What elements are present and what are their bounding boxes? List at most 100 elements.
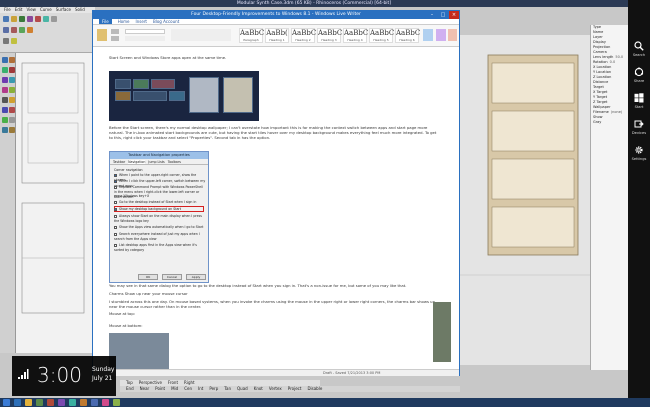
- style-option[interactable]: AaBbC Heading 6: [395, 28, 420, 43]
- ok-button[interactable]: OK: [138, 274, 158, 280]
- app-icon[interactable]: [102, 399, 109, 406]
- dialog-tab-taskbar[interactable]: Taskbar: [113, 160, 125, 164]
- osnap-mid[interactable]: Mid: [171, 386, 178, 391]
- polyline-tool-icon[interactable]: [2, 67, 8, 73]
- new-icon[interactable]: [3, 16, 9, 22]
- rhino-perspective-viewport[interactable]: [458, 35, 590, 365]
- style-option[interactable]: AaBbC Heading 5: [369, 28, 394, 43]
- checkbox-icon[interactable]: [114, 232, 117, 236]
- close-icon[interactable]: ×: [449, 11, 459, 19]
- cut-icon[interactable]: [35, 16, 41, 22]
- charm-settings[interactable]: Settings: [628, 142, 650, 168]
- checkbox-icon[interactable]: [114, 225, 117, 229]
- app-icon[interactable]: [113, 399, 120, 406]
- boolean-tool-icon[interactable]: [9, 107, 15, 113]
- property-row[interactable]: Gray: [591, 120, 628, 125]
- option-desktop-apps-first[interactable]: List desktop apps first in the Apps view…: [114, 243, 206, 252]
- osnap-near[interactable]: Near: [140, 386, 150, 391]
- dialog-tab-navigation[interactable]: Navigation: [128, 160, 146, 164]
- apply-button[interactable]: Apply: [186, 274, 206, 280]
- start-button-icon[interactable]: [3, 399, 10, 406]
- point-tool-icon[interactable]: [2, 57, 8, 63]
- trim-tool-icon[interactable]: [9, 117, 15, 123]
- curve-tool-icon[interactable]: [9, 67, 15, 73]
- menu-edit[interactable]: Edit: [15, 7, 23, 12]
- osnap-knot[interactable]: Knot: [254, 386, 263, 391]
- select-icon[interactable]: [3, 38, 9, 44]
- app-icon[interactable]: [80, 399, 87, 406]
- option-apps-view[interactable]: Show the Apps view automatically when I …: [114, 225, 206, 230]
- paragraph-group[interactable]: [171, 29, 231, 41]
- style-option[interactable]: AaBbC Heading 2: [291, 28, 316, 43]
- checkbox-icon[interactable]: [114, 207, 117, 211]
- checkbox-icon[interactable]: [114, 243, 117, 247]
- charm-share[interactable]: Share: [628, 64, 650, 90]
- menu-surface[interactable]: Surface: [56, 7, 71, 12]
- checkbox-icon[interactable]: [114, 179, 117, 183]
- style-option[interactable]: AaBbC Heading 4: [343, 28, 368, 43]
- tab-insert[interactable]: Insert: [136, 19, 147, 24]
- osnap-disable[interactable]: Disable: [307, 386, 322, 391]
- charm-devices[interactable]: Devices: [628, 116, 650, 142]
- editor-body[interactable]: Start Screen and Windows Store apps open…: [93, 47, 459, 371]
- osnap-perp[interactable]: Perp: [209, 386, 218, 391]
- option-start-main-display[interactable]: Always show Start on the main display wh…: [114, 214, 206, 223]
- app-icon[interactable]: [47, 399, 54, 406]
- option-search-everywhere[interactable]: Search everywhere instead of just my app…: [114, 232, 206, 241]
- rectangle-tool-icon[interactable]: [2, 87, 8, 93]
- layer-icon[interactable]: [11, 38, 17, 44]
- paste-icon[interactable]: [51, 16, 57, 22]
- osnap-vertex[interactable]: Vertex: [269, 386, 282, 391]
- ie-icon[interactable]: [14, 399, 21, 406]
- minimize-icon[interactable]: –: [427, 11, 437, 19]
- osnap-tan[interactable]: Tan: [224, 386, 231, 391]
- polygon-tool-icon[interactable]: [9, 87, 15, 93]
- fillet-tool-icon[interactable]: [2, 117, 8, 123]
- tab-file[interactable]: File: [99, 19, 112, 24]
- charm-search[interactable]: Search: [628, 38, 650, 64]
- checkbox-icon[interactable]: [114, 185, 117, 189]
- checkbox-icon[interactable]: [114, 173, 117, 177]
- split-tool-icon[interactable]: [2, 127, 8, 133]
- zoom-extents-icon[interactable]: [27, 27, 33, 33]
- explorer-icon[interactable]: [25, 399, 32, 406]
- copy-icon[interactable]: [43, 16, 49, 22]
- app-icon[interactable]: [69, 399, 76, 406]
- extrude-tool-icon[interactable]: [2, 107, 8, 113]
- join-tool-icon[interactable]: [9, 127, 15, 133]
- insert-icon[interactable]: [423, 29, 433, 41]
- zoom-icon[interactable]: [19, 27, 25, 33]
- osnap-project[interactable]: Project: [288, 386, 302, 391]
- print-icon[interactable]: [27, 16, 33, 22]
- spelling-icon[interactable]: [436, 29, 446, 41]
- tab-top[interactable]: Top: [126, 380, 133, 385]
- rhino-top-viewport[interactable]: [16, 53, 92, 353]
- app-icon[interactable]: [58, 399, 65, 406]
- circle-tool-icon[interactable]: [2, 77, 8, 83]
- cancel-button[interactable]: Cancel: [162, 274, 182, 280]
- box-tool-icon[interactable]: [2, 97, 8, 103]
- tab-perspective[interactable]: Perspective: [139, 380, 162, 385]
- menu-view[interactable]: View: [26, 7, 36, 12]
- paste-icon[interactable]: [97, 29, 107, 41]
- publish-icon[interactable]: [448, 29, 457, 41]
- copy-icon[interactable]: [111, 36, 119, 41]
- option-go-to-desktop[interactable]: Go to the desktop instead of Start when …: [114, 200, 206, 205]
- cut-icon[interactable]: [111, 29, 119, 34]
- maximize-icon[interactable]: □: [438, 11, 448, 19]
- save-icon[interactable]: [19, 16, 25, 22]
- dialog-tab-jump-lists[interactable]: Jump Lists: [148, 160, 164, 164]
- osnap-quad[interactable]: Quad: [237, 386, 248, 391]
- rotate-view-icon[interactable]: [11, 27, 17, 33]
- menu-solid[interactable]: Solid: [75, 7, 85, 12]
- style-option[interactable]: AaBb(Heading 1: [265, 28, 289, 43]
- tab-blog-account[interactable]: Blog Account: [153, 19, 179, 24]
- checkbox-icon[interactable]: [114, 200, 117, 204]
- sphere-tool-icon[interactable]: [9, 97, 15, 103]
- osnap-int[interactable]: Int: [198, 386, 203, 391]
- tab-home[interactable]: Home: [118, 19, 130, 24]
- osnap-end[interactable]: End: [126, 386, 134, 391]
- menu-curve[interactable]: Curve: [40, 7, 52, 12]
- arc-tool-icon[interactable]: [9, 77, 15, 83]
- app-icon[interactable]: [91, 399, 98, 406]
